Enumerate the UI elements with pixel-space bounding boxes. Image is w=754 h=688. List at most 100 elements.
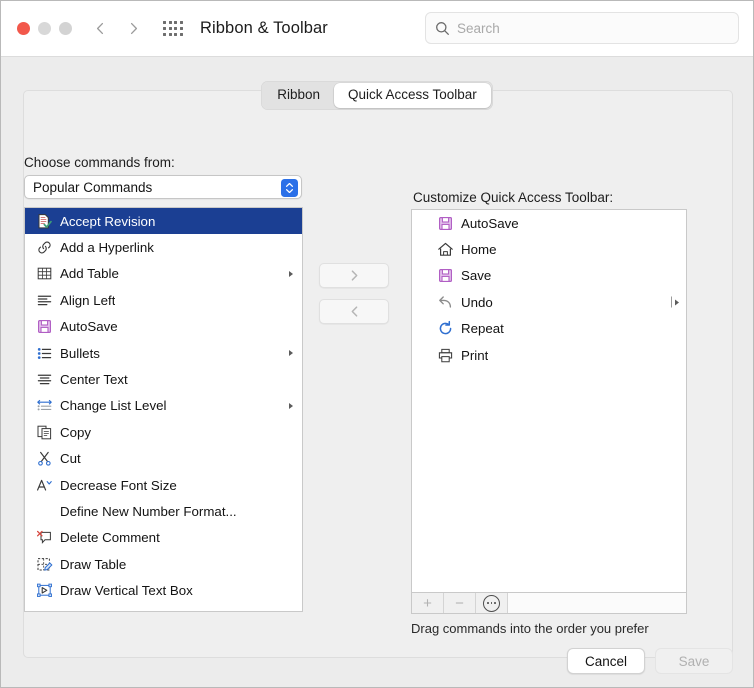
preferences-body: Ribbon Quick Access Toolbar Choose comma…	[1, 57, 753, 687]
list-item[interactable]: Cut	[25, 446, 302, 472]
window-titlebar: Ribbon & Toolbar Search	[1, 1, 753, 57]
hyperlink-icon	[35, 239, 53, 257]
available-commands-scroll[interactable]: Accept Revision Add a Hyperlink Add Table A…	[25, 208, 302, 611]
list-item-label: AutoSave	[461, 215, 519, 231]
list-item-label: Add a Hyperlink	[60, 240, 154, 256]
drag-hint-text: Drag commands into the order you prefer	[411, 621, 649, 636]
split-dropdown-arrow-icon[interactable]	[671, 296, 679, 308]
list-item[interactable]: Save	[412, 263, 686, 289]
list-item[interactable]: Home	[412, 236, 686, 262]
zoom-button[interactable]	[59, 22, 72, 35]
list-item[interactable]: Accept Revision	[25, 208, 302, 235]
list-item[interactable]: Print	[412, 342, 686, 368]
chevron-updown-icon	[281, 178, 298, 197]
minimize-button[interactable]	[38, 22, 51, 35]
list-item[interactable]: AutoSave	[25, 314, 302, 340]
list-item-label: Accept Revision	[60, 213, 156, 229]
back-chevron-icon[interactable]	[94, 22, 107, 35]
all-preferences-grid-icon[interactable]	[162, 19, 184, 39]
traffic-light-group	[17, 22, 72, 35]
save-button[interactable]: Save	[655, 648, 733, 674]
bullets-icon	[35, 344, 53, 362]
list-item[interactable]: Delete Comment	[25, 525, 302, 551]
align-left-icon	[35, 291, 53, 309]
list-item[interactable]: Add Table	[25, 261, 302, 287]
tab-quick-access-toolbar[interactable]: Quick Access Toolbar	[333, 83, 491, 108]
list-item[interactable]: Change List Level	[25, 393, 302, 419]
list-item[interactable]: Draw Table	[25, 551, 302, 577]
submenu-arrow-icon[interactable]	[289, 350, 293, 357]
search-icon	[435, 21, 450, 36]
list-item[interactable]: Undo	[412, 289, 686, 315]
list-item[interactable]: Add a Hyperlink	[25, 234, 302, 260]
remove-command-button[interactable]	[319, 299, 389, 324]
quick-access-toolbar-scroll[interactable]: AutoSave Home Save Undo Repeat Print	[412, 210, 686, 592]
list-item[interactable]: Bullets	[25, 340, 302, 366]
list-item[interactable]: AutoSave	[412, 210, 686, 236]
list-item-label: Print	[461, 347, 489, 363]
forward-chevron-icon[interactable]	[127, 22, 140, 35]
add-item-button[interactable]: +	[412, 593, 444, 613]
submenu-arrow-icon[interactable]	[289, 402, 293, 409]
scissors-icon	[35, 450, 53, 468]
draw-table-icon	[35, 555, 53, 573]
none	[35, 502, 53, 520]
submenu-arrow-icon[interactable]	[289, 270, 293, 277]
list-item-label: Repeat	[461, 321, 504, 337]
more-options-icon	[483, 594, 500, 612]
search-placeholder: Search	[457, 20, 500, 36]
list-item-label: Define New Number Format...	[60, 503, 237, 519]
transfer-button-group	[319, 263, 389, 324]
decrease-font-size-icon	[35, 476, 53, 494]
list-item-label: Add Table	[60, 266, 119, 282]
search-field[interactable]: Search	[425, 12, 739, 44]
list-item[interactable]: Copy	[25, 419, 302, 445]
more-options-button[interactable]	[476, 593, 508, 613]
list-item-label: Copy	[60, 424, 92, 440]
list-item-label: Align Left	[60, 292, 116, 308]
print-icon	[436, 346, 454, 364]
add-command-button[interactable]	[319, 263, 389, 288]
list-item-label: Save	[461, 268, 492, 284]
list-item-label: Change List Level	[60, 398, 167, 414]
plus-icon: +	[423, 594, 432, 612]
cancel-button[interactable]: Cancel	[567, 648, 645, 674]
undo-icon	[436, 293, 454, 311]
change-list-level-icon	[35, 397, 53, 415]
quick-access-toolbar-list[interactable]: AutoSave Home Save Undo Repeat Print	[411, 209, 687, 593]
list-item[interactable]: Define New Number Format...	[25, 498, 302, 524]
dialog-footer: Cancel Save	[567, 648, 733, 674]
close-button[interactable]	[17, 22, 30, 35]
tab-bar: Ribbon Quick Access Toolbar	[1, 81, 753, 110]
preferences-window: Ribbon & Toolbar Search Ribbon Quick Acc…	[0, 0, 754, 688]
choose-commands-value: Popular Commands	[33, 179, 153, 195]
page-title: Ribbon & Toolbar	[200, 19, 328, 37]
list-item-label: Cut	[60, 451, 81, 467]
copy-icon	[35, 423, 53, 441]
floppy-icon	[35, 318, 53, 336]
list-item[interactable]: Repeat	[412, 316, 686, 342]
align-center-icon	[35, 371, 53, 389]
home-icon	[436, 241, 454, 259]
tab-ribbon[interactable]: Ribbon	[263, 83, 334, 108]
list-item-label: Draw Table	[60, 556, 127, 572]
list-action-toolbar: + −	[411, 592, 687, 614]
delete-comment-icon	[35, 529, 53, 547]
accept-revision-icon	[35, 212, 53, 230]
repeat-icon	[436, 320, 454, 338]
tab-group: Ribbon Quick Access Toolbar	[261, 81, 493, 110]
available-commands-list[interactable]: Accept Revision Add a Hyperlink Add Table A…	[24, 207, 303, 612]
list-item[interactable]: Decrease Font Size	[25, 472, 302, 498]
list-item[interactable]: Center Text	[25, 366, 302, 392]
remove-item-button[interactable]: −	[444, 593, 476, 613]
list-item[interactable]: Align Left	[25, 287, 302, 313]
list-item-label: Draw Vertical Text Box	[60, 583, 193, 599]
list-item[interactable]: Draw Vertical Text Box	[25, 577, 302, 603]
navigation-arrows	[94, 22, 140, 35]
list-item-label: Undo	[461, 294, 493, 310]
table-icon	[35, 265, 53, 283]
floppy-icon	[436, 214, 454, 232]
draw-vertical-text-box-icon	[35, 582, 53, 600]
choose-commands-select[interactable]: Popular Commands	[24, 175, 302, 199]
list-item-label: Home	[461, 242, 497, 258]
